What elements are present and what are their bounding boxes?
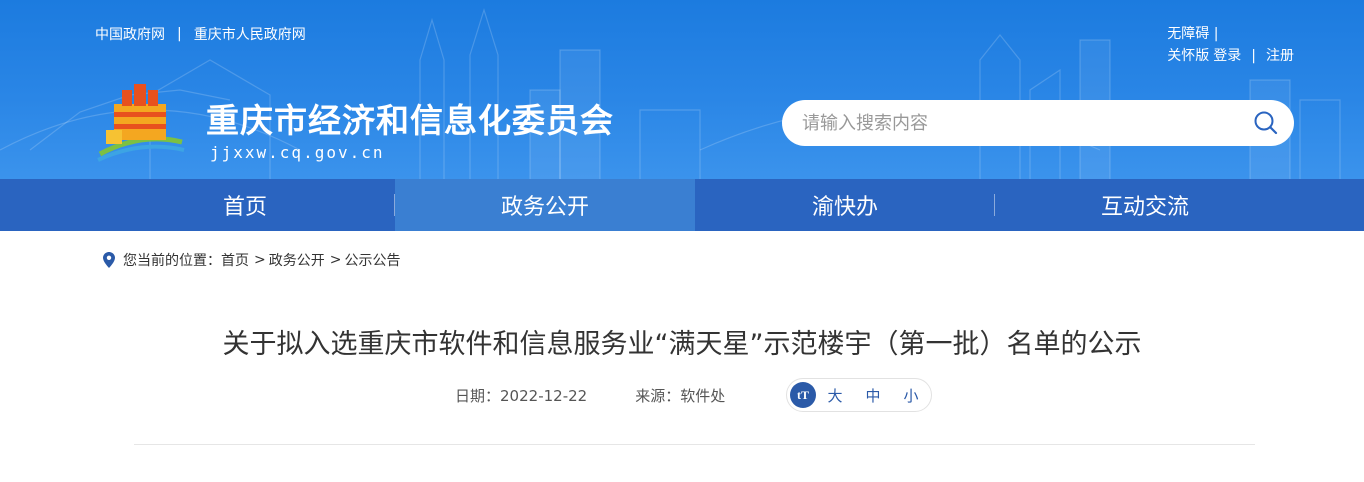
nav-item-label: 首页 <box>222 195 267 220</box>
font-size-icon: tT <box>790 382 816 408</box>
source-label: 来源： <box>635 386 681 405</box>
register-link[interactable]: 注册 <box>1266 45 1294 67</box>
accessibility-link[interactable]: 无障碍 <box>1167 26 1209 42</box>
separator: | <box>1213 26 1219 42</box>
link-cq-gov[interactable]: 重庆市人民政府网 <box>194 24 306 44</box>
article-date: 日期：2022-12-22 <box>455 385 587 406</box>
article-source: 来源：软件处 <box>635 385 725 406</box>
separator: | <box>1251 48 1256 64</box>
breadcrumb-home[interactable]: 首页 <box>221 250 249 270</box>
font-size-switcher: tT 大 中 小 <box>786 378 932 412</box>
nav-item-label: 互动交流 <box>1100 195 1189 220</box>
search-button[interactable] <box>1238 100 1294 146</box>
user-links: 无障碍 | 关怀版 登录 | 注册 <box>1167 23 1294 67</box>
care-mode-link[interactable]: 关怀版 <box>1167 45 1209 67</box>
font-size-small[interactable]: 小 <box>892 385 930 406</box>
breadcrumb-arrow: > <box>254 252 266 268</box>
breadcrumb-notice[interactable]: 公示公告 <box>344 250 400 270</box>
login-row: 关怀版 登录 | 注册 <box>1167 45 1294 67</box>
top-links: 中国政府网 | 重庆市人民政府网 <box>95 24 306 44</box>
article-title: 关于拟入选重庆市软件和信息服务业“满天星”示范楼宇（第一批）名单的公示 <box>222 329 1142 360</box>
nav-item-home[interactable]: 首页 <box>95 179 395 231</box>
font-size-large[interactable]: 大 <box>816 385 854 406</box>
search-box <box>782 100 1294 146</box>
breadcrumb-prefix: 您当前的位置： <box>123 253 221 269</box>
separator: | <box>177 26 182 42</box>
font-size-medium[interactable]: 中 <box>854 385 892 406</box>
link-gov-cn[interactable]: 中国政府网 <box>95 24 165 44</box>
search-input[interactable] <box>782 100 1238 146</box>
nav-item-interaction[interactable]: 互动交流 <box>995 179 1295 231</box>
login-link[interactable]: 登录 <box>1213 45 1241 67</box>
accessibility-row: 无障碍 | <box>1167 23 1294 45</box>
search-icon <box>1254 111 1278 135</box>
date-value: 2022-12-22 <box>500 386 588 405</box>
breadcrumb: 您当前的位置： 首页 > 政务公开 > 公示公告 <box>103 250 400 270</box>
logo-emblem[interactable] <box>96 84 186 162</box>
header-banner: 中国政府网 | 重庆市人民政府网 无障碍 | 关怀版 登录 | 注册 重庆市经济… <box>0 0 1364 179</box>
nav-item-label: 政务公开 <box>500 195 589 220</box>
site-title[interactable]: 重庆市经济和信息化委员会 <box>206 94 614 142</box>
date-label: 日期： <box>455 386 501 405</box>
location-pin-icon <box>103 252 115 268</box>
breadcrumb-arrow: > <box>329 252 342 268</box>
source-value: 软件处 <box>680 386 726 405</box>
nav-item-label: 渝快办 <box>811 195 878 220</box>
article-meta: 日期：2022-12-22 来源：软件处 <box>455 378 725 412</box>
divider-line <box>134 444 1255 445</box>
breadcrumb-gov-affairs[interactable]: 政务公开 <box>269 250 325 270</box>
site-domain: jjxxw.cq.gov.cn <box>210 143 385 162</box>
nav-item-gov-affairs[interactable]: 政务公开 <box>395 179 695 231</box>
main-nav: 首页 政务公开 渝快办 互动交流 <box>0 179 1364 231</box>
nav-item-yukuaiban[interactable]: 渝快办 <box>695 179 995 231</box>
